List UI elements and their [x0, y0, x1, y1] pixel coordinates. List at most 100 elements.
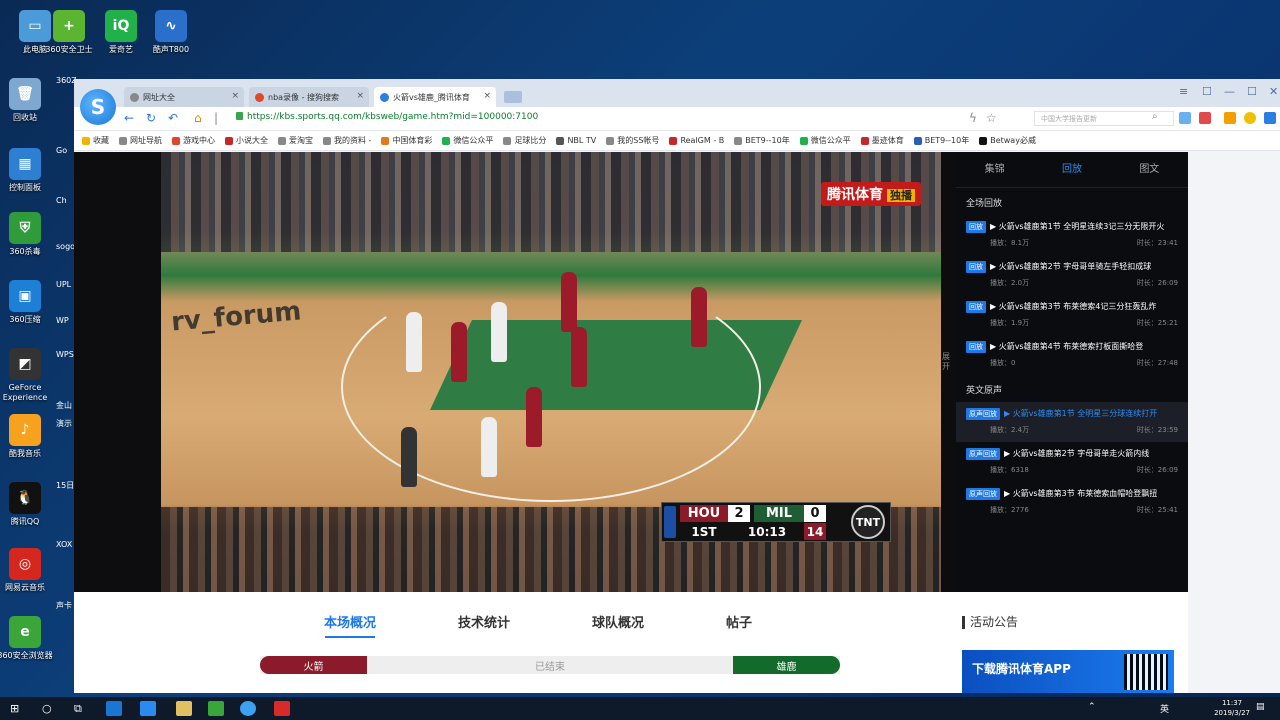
wrench-icon[interactable] [1224, 112, 1236, 124]
bookmark-item[interactable]: 收藏 [82, 135, 109, 146]
menu-icon[interactable]: ☐ [1202, 85, 1212, 98]
video-watermark: rv_forum [169, 296, 303, 338]
sogou-browser-icon[interactable] [240, 701, 256, 716]
ime-indicator[interactable]: 英 [1160, 702, 1169, 715]
desktop-icon[interactable]: e 360安全浏览器 [0, 616, 56, 661]
tab-close-icon[interactable]: × [483, 91, 491, 101]
content-tab[interactable]: 帖子 [666, 612, 800, 631]
bookmark-label: BET9--10年 [924, 136, 970, 145]
back-icon[interactable]: ← [124, 111, 134, 125]
bookmark-item[interactable]: 游戏中心 [172, 135, 215, 146]
bookmark-item[interactable]: 小说大全 [225, 135, 268, 146]
star-icon[interactable]: ☆ [986, 111, 997, 125]
user-icon[interactable] [1244, 112, 1256, 124]
desktop-icon[interactable]: ◎ 网易云音乐 [0, 548, 56, 593]
replay-item[interactable]: 原声回放 ▶ 火箭vs雄鹿第2节 字母哥单走火箭内线 播放：6318 时长：26:09 [956, 442, 1188, 482]
download-icon[interactable] [1264, 112, 1276, 124]
replay-item[interactable]: 原声回放 ▶ 火箭vs雄鹿第1节 全明星三分球连续打开 播放：2.4万 时长：23:5… [956, 402, 1188, 442]
bookmark-item[interactable]: 我的资料 - [323, 135, 371, 146]
content-tab[interactable]: 本场概况 [264, 612, 398, 631]
extension-icon[interactable] [1179, 112, 1191, 124]
lightning-icon[interactable]: ϟ [969, 111, 977, 125]
clock[interactable]: 11:37 2019/3/27 [1214, 698, 1250, 718]
app-ad-banner[interactable]: 下载腾讯体育APP [962, 650, 1174, 693]
replay-panel: 集锦 回放 图文 全场回放 回放 ▶ 火箭vs雄鹿第1节 全明星连续3记三分无限开火播… [956, 152, 1188, 592]
skin-icon[interactable]: ≡ [1179, 85, 1188, 98]
app-settings-icon[interactable] [106, 701, 122, 716]
replay-badge: 回放 [966, 261, 986, 273]
replay-item[interactable]: 回放 ▶ 火箭vs雄鹿第1节 全明星连续3记三分无限开火 播放：8.1万 时长：23:… [956, 215, 1188, 255]
notice-panel: 活动公告 下载腾讯体育APP [950, 592, 1188, 693]
desktop-icon[interactable]: ∿ 酷声T800 [140, 10, 202, 55]
desktop-icon[interactable]: 🐧 腾讯QQ [0, 482, 56, 527]
bookmark-label: 我的资料 - [334, 136, 372, 145]
replay-tab[interactable]: 图文 [1111, 152, 1188, 187]
expand-panel-button[interactable]: 展开 [942, 352, 952, 372]
replay-badge: 原声回放 [966, 448, 1000, 460]
replay-tab[interactable]: 回放 [1033, 152, 1110, 187]
video-icon: ▶ [1004, 489, 1013, 498]
search-icon[interactable]: ⌕ [1152, 111, 1158, 122]
undo-icon[interactable]: ↶ [168, 111, 178, 125]
desktop-app-icon: ⛨ [9, 212, 41, 244]
tab-close-icon[interactable]: × [356, 91, 364, 101]
desktop-icon[interactable]: ◩ GeForce Experience [0, 348, 56, 403]
desktop-icon[interactable]: ♪ 酷我音乐 [0, 414, 56, 459]
browser-logo-icon[interactable]: S [80, 89, 116, 125]
desktop-icon[interactable]: ▦ 控制面板 [0, 148, 56, 193]
minimize-icon[interactable]: — [1224, 85, 1235, 98]
replay-item[interactable]: 回放 ▶ 火箭vs雄鹿第4节 布莱德索打板面撕哈登 播放：0 时长：27:48 [956, 335, 1188, 375]
bookmark-item[interactable]: BET9--10年 [913, 135, 970, 146]
tools-icon[interactable] [1199, 112, 1211, 124]
replay-item[interactable]: 原声回放 ▶ 火箭vs雄鹿第3节 布莱德索血帽哈登飘扭 播放：2776 时长：25:4… [956, 482, 1188, 522]
close-icon[interactable]: ✕ [1269, 85, 1278, 98]
bookmark-item[interactable]: NBL TV [556, 136, 596, 145]
desktop-icon[interactable]: ⛨ 360杀毒 [0, 212, 56, 257]
video-area: rv_forum 腾讯体育 独播 HOU 2 MIL 0 1ST 10:13 1… [74, 152, 1188, 592]
replay-views: 播放：6318 [990, 466, 1029, 474]
replay-item[interactable]: 回放 ▶ 火箭vs雄鹿第3节 布莱德索4记三分狂轰乱炸 播放：1.9万 时长：25:2… [956, 295, 1188, 335]
replay-item[interactable]: 回放 ▶ 火箭vs雄鹿第2节 字母哥单骑左手轻扣成球 播放：2.0万 时长：26:09 [956, 255, 1188, 295]
wps-icon[interactable] [274, 701, 290, 716]
desktop-partial-label: 15日 [56, 481, 75, 490]
bookmark-item[interactable]: 微信公众平 [799, 135, 851, 146]
bookmark-item[interactable]: 足球比分 [503, 135, 546, 146]
browser-tab[interactable]: 火箭vs雄鹿_腾讯体育 × [374, 87, 496, 107]
refresh-icon[interactable]: ↻ [146, 111, 156, 125]
browser-tab[interactable]: 网址大全 × [124, 87, 244, 107]
desktop-icon-label: 酷声T800 [152, 45, 190, 54]
desktop-icon[interactable]: 🗑 回收站 [0, 78, 56, 123]
browser-tab[interactable]: nba录像 - 搜狗搜索 × [249, 87, 369, 107]
desktop-app-icon: ∿ [155, 10, 187, 42]
content-tab[interactable]: 球队概况 [532, 612, 666, 631]
replay-tab[interactable]: 集锦 [956, 152, 1033, 187]
bookmark-item[interactable]: 爱淘宝 [278, 135, 313, 146]
content-tab[interactable]: 技术统计 [398, 612, 532, 631]
maximize-icon[interactable]: ☐ [1247, 85, 1257, 98]
network-icon[interactable]: ⌃ [1088, 702, 1096, 712]
desktop-icon[interactable]: ▣ 360压缩 [0, 280, 56, 325]
replay-views: 播放：1.9万 [990, 319, 1030, 327]
notification-icon[interactable]: ▤ [1256, 702, 1265, 712]
bookmark-item[interactable]: BET9--10年 [734, 135, 790, 146]
replay-views: 播放：0 [990, 359, 1016, 367]
bookmark-item[interactable]: Betway必威 [979, 135, 1036, 146]
start-icon[interactable]: ⊞ [10, 702, 19, 715]
bookmark-item[interactable]: 墨迹体育 [860, 135, 904, 146]
video-player[interactable]: rv_forum 腾讯体育 独播 HOU 2 MIL 0 1ST 10:13 1… [161, 152, 941, 592]
url-field[interactable]: https://kbs.sports.qq.com/kbsweb/game.ht… [236, 112, 538, 122]
bookmark-item[interactable]: 网址导航 [119, 135, 162, 146]
home-icon[interactable]: ⌂ [194, 111, 202, 125]
explorer-icon[interactable] [176, 701, 192, 716]
bookmark-item[interactable]: RealGM - B [669, 136, 724, 145]
search-taskbar-icon[interactable]: ○ [42, 702, 52, 715]
bookmark-item[interactable]: 中国体育彩 [381, 135, 432, 146]
bookmark-icon [278, 136, 286, 145]
tab-close-icon[interactable]: × [231, 91, 239, 101]
media-icon[interactable] [208, 701, 224, 716]
new-tab-button[interactable] [504, 91, 522, 103]
bookmark-item[interactable]: 我的SS帐号 [606, 135, 659, 146]
bookmark-item[interactable]: 微信公众平 [442, 135, 493, 146]
task-view-icon[interactable]: ⧉ [74, 702, 82, 716]
ie-browser-icon[interactable] [140, 701, 156, 716]
